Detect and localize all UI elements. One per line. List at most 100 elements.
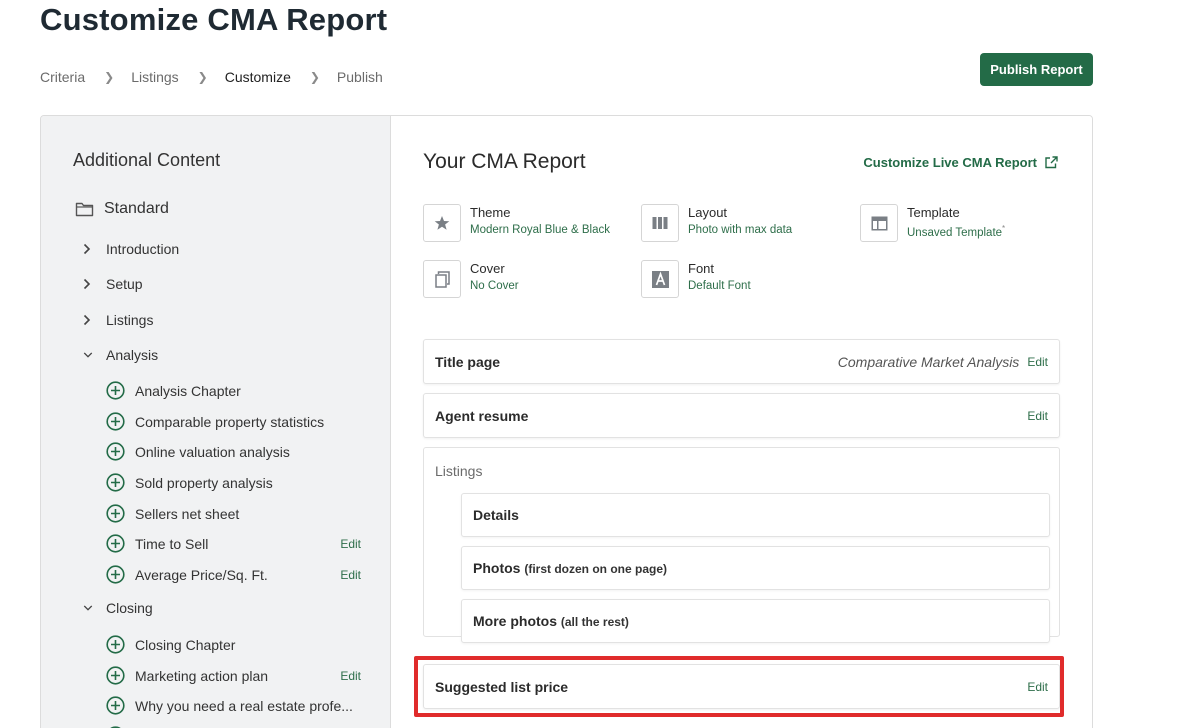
agent-resume-card[interactable]: Agent resume Edit bbox=[423, 393, 1060, 438]
external-link-icon bbox=[1045, 156, 1058, 169]
chevron-down-icon bbox=[83, 351, 93, 359]
additional-content-sidebar: Additional Content Standard Introduction… bbox=[41, 116, 391, 728]
add-circle-icon[interactable] bbox=[106, 473, 125, 492]
option-label: Theme bbox=[470, 205, 511, 220]
add-circle-icon[interactable] bbox=[106, 412, 125, 431]
columns-icon bbox=[641, 204, 679, 242]
card-note: (all the rest) bbox=[560, 615, 629, 629]
layout-option[interactable]: Layout Photo with max data bbox=[641, 204, 792, 242]
section-label: Introduction bbox=[106, 241, 180, 257]
section-label: Listings bbox=[106, 312, 154, 328]
card-title: Photos (first dozen on one page) bbox=[473, 560, 668, 576]
sidebar-item-time-to-sell[interactable]: Time to Sell Edit bbox=[106, 534, 361, 553]
breadcrumb-listings[interactable]: Listings bbox=[131, 69, 178, 85]
item-label: Marketing action plan bbox=[135, 667, 269, 684]
card-title: Suggested list price bbox=[435, 678, 569, 695]
more-photos-card[interactable]: More photos (all the rest) bbox=[461, 599, 1050, 643]
listings-group: Listings Details Photos (first dozen on … bbox=[423, 447, 1060, 643]
card-title: Title page bbox=[435, 353, 501, 370]
chevron-right-icon: ❯ bbox=[197, 70, 208, 84]
option-value: Modern Royal Blue & Black bbox=[470, 224, 610, 236]
details-card[interactable]: Details bbox=[461, 493, 1050, 537]
customize-live-cma-link[interactable]: Customize Live CMA Report bbox=[863, 155, 1058, 170]
edit-link[interactable]: Edit bbox=[1027, 409, 1048, 423]
add-circle-icon[interactable] bbox=[106, 504, 125, 523]
template-icon bbox=[860, 204, 898, 242]
folder-label: Standard bbox=[104, 200, 169, 217]
section-label: Analysis bbox=[106, 347, 159, 363]
sidebar-item-analysis-chapter[interactable]: Analysis Chapter bbox=[106, 381, 361, 400]
template-option[interactable]: Template Unsaved Template* bbox=[860, 204, 1005, 242]
sidebar-item-sold-property-analysis[interactable]: Sold property analysis bbox=[106, 473, 361, 492]
chevron-right-icon: ❯ bbox=[309, 70, 320, 84]
breadcrumb-publish[interactable]: Publish bbox=[337, 69, 383, 85]
option-value: Photo with max data bbox=[688, 224, 793, 236]
add-circle-icon[interactable] bbox=[106, 534, 125, 553]
add-circle-icon[interactable] bbox=[106, 381, 125, 400]
card-title: Details bbox=[473, 507, 519, 523]
title-page-card[interactable]: Title page Comparative Market Analysis E… bbox=[423, 339, 1060, 384]
section-label: Setup bbox=[106, 276, 143, 292]
theme-option[interactable]: Theme Modern Royal Blue & Black bbox=[423, 204, 610, 242]
report-title: Your CMA Report bbox=[423, 150, 586, 173]
sidebar-item-online-valuation-analysis[interactable]: Online valuation analysis bbox=[106, 442, 361, 461]
sidebar-section-listings[interactable]: Listings bbox=[83, 312, 153, 328]
option-label: Font bbox=[688, 261, 715, 276]
publish-report-button[interactable]: Publish Report bbox=[980, 53, 1093, 86]
sidebar-item-closing-chapter[interactable]: Closing Chapter bbox=[106, 635, 361, 654]
sidebar-item-average-price-sq-ft[interactable]: Average Price/Sq. Ft. Edit bbox=[106, 565, 361, 584]
sidebar-item-sellers-net-sheet[interactable]: Sellers net sheet bbox=[106, 504, 361, 523]
photos-card[interactable]: Photos (first dozen on one page) bbox=[461, 546, 1050, 590]
breadcrumb-criteria[interactable]: Criteria bbox=[40, 69, 85, 85]
font-icon bbox=[641, 260, 679, 298]
item-label: Sold property analysis bbox=[135, 474, 273, 491]
chevron-right-icon: ❯ bbox=[104, 70, 115, 84]
add-circle-icon[interactable] bbox=[106, 696, 125, 715]
unsaved-marker: * bbox=[1002, 224, 1006, 233]
edit-link[interactable]: Edit bbox=[1027, 680, 1048, 694]
chevron-right-icon bbox=[83, 314, 93, 326]
card-title: Agent resume bbox=[435, 407, 529, 424]
card-value: Comparative Market Analysis bbox=[837, 353, 1020, 370]
add-circle-icon[interactable] bbox=[106, 442, 125, 461]
option-value: Default Font bbox=[688, 280, 751, 292]
sidebar-item-why-you-need-agent[interactable]: Why you need a real estate profe... bbox=[106, 696, 361, 715]
sidebar-item-comparable-property-statistics[interactable]: Comparable property statistics bbox=[106, 412, 361, 431]
edit-link[interactable]: Edit bbox=[340, 669, 361, 683]
add-circle-icon[interactable] bbox=[106, 565, 125, 584]
sidebar-section-analysis[interactable]: Analysis bbox=[83, 347, 158, 363]
option-value: Unsaved Template* bbox=[907, 224, 1006, 239]
folder-icon bbox=[75, 202, 94, 217]
option-value: No Cover bbox=[470, 280, 519, 292]
sidebar-item-marketing-action-plan[interactable]: Marketing action plan Edit bbox=[106, 666, 361, 685]
cover-option[interactable]: Cover No Cover bbox=[423, 260, 519, 298]
item-label: Why you need a real estate profe... bbox=[135, 697, 353, 714]
font-option[interactable]: Font Default Font bbox=[641, 260, 751, 298]
item-label: Comparable property statistics bbox=[135, 413, 325, 430]
section-label: Closing bbox=[106, 600, 153, 616]
item-label: Sellers net sheet bbox=[135, 505, 240, 522]
sidebar-section-closing[interactable]: Closing bbox=[83, 600, 153, 616]
folder-standard[interactable]: Standard bbox=[75, 200, 169, 218]
chevron-down-icon bbox=[83, 604, 93, 612]
card-title: More photos (all the rest) bbox=[473, 613, 629, 629]
option-label: Layout bbox=[688, 205, 728, 220]
add-circle-icon[interactable] bbox=[106, 635, 125, 654]
edit-link[interactable]: Edit bbox=[340, 568, 361, 582]
edit-link[interactable]: Edit bbox=[1027, 355, 1048, 369]
customize-panel: Additional Content Standard Introduction… bbox=[40, 115, 1093, 728]
item-label: Online valuation analysis bbox=[135, 443, 290, 460]
sidebar-section-setup[interactable]: Setup bbox=[83, 276, 143, 292]
add-circle-icon[interactable] bbox=[106, 666, 125, 685]
edit-link[interactable]: Edit bbox=[340, 537, 361, 551]
live-link-label: Customize Live CMA Report bbox=[863, 155, 1037, 170]
page-title: Customize CMA Report bbox=[40, 2, 388, 37]
group-label: Listings bbox=[435, 463, 483, 479]
breadcrumb-customize[interactable]: Customize bbox=[225, 69, 291, 85]
sidebar-title: Additional Content bbox=[73, 150, 221, 170]
option-label: Cover bbox=[470, 261, 505, 276]
sidebar-section-introduction[interactable]: Introduction bbox=[83, 241, 179, 257]
item-label: Time to Sell bbox=[135, 535, 209, 552]
suggested-list-price-card[interactable]: Suggested list price Edit bbox=[423, 664, 1060, 709]
copy-icon bbox=[423, 260, 461, 298]
